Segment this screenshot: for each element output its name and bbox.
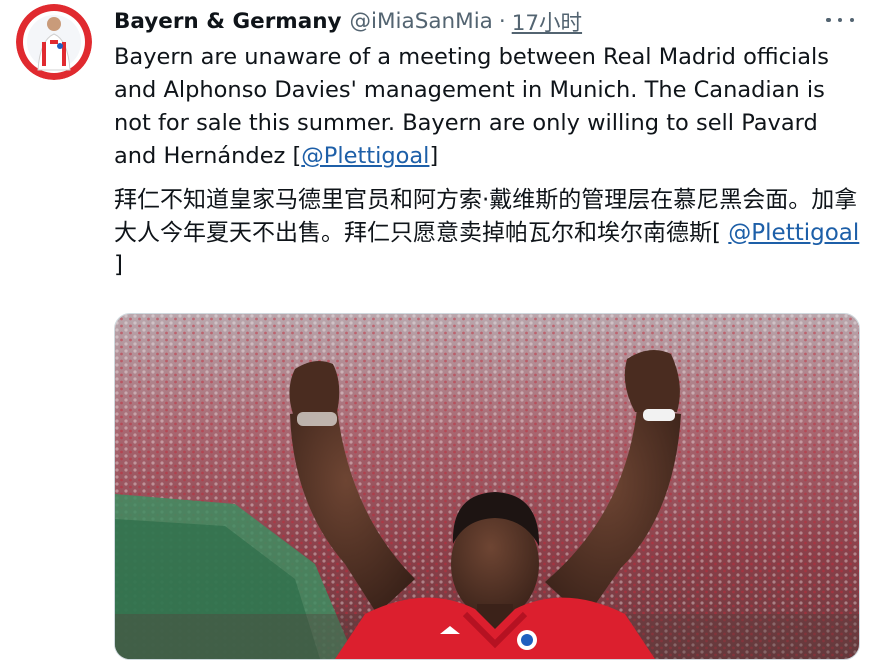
- mention-link-plettigoal[interactable]: @Plettigoal: [301, 143, 429, 169]
- mention-link-plettigoal-zh[interactable]: @Plettigoal: [728, 220, 859, 246]
- tweet-text-en-close: ]: [429, 143, 439, 169]
- separator-dot: ·: [498, 8, 506, 34]
- tweet-header: Bayern & Germany @iMiaSanMia · 17小时: [114, 4, 582, 38]
- player-celebration-photo: [115, 314, 859, 659]
- tweet-text-zh-close: ]: [114, 252, 123, 278]
- avatar[interactable]: [16, 4, 92, 80]
- tweet-text-english: Bayern are unaware of a meeting between …: [114, 41, 854, 173]
- user-handle[interactable]: @iMiaSanMia: [350, 9, 493, 34]
- avatar-image: [16, 4, 92, 80]
- tweet-text-en-body: Bayern are unaware of a meeting between …: [114, 44, 830, 169]
- more-icon[interactable]: [826, 10, 854, 30]
- timestamp-link[interactable]: 17小时: [512, 6, 582, 37]
- tweet[interactable]: Bayern & Germany @iMiaSanMia · 17小时 Baye…: [0, 0, 890, 660]
- tweet-photo[interactable]: [114, 313, 860, 660]
- display-name[interactable]: Bayern & Germany: [114, 9, 342, 34]
- tweet-text-chinese: 拜仁不知道皇家马德里官员和阿方索·戴维斯的管理层在慕尼黑会面。加拿大人今年夏天不…: [114, 184, 864, 282]
